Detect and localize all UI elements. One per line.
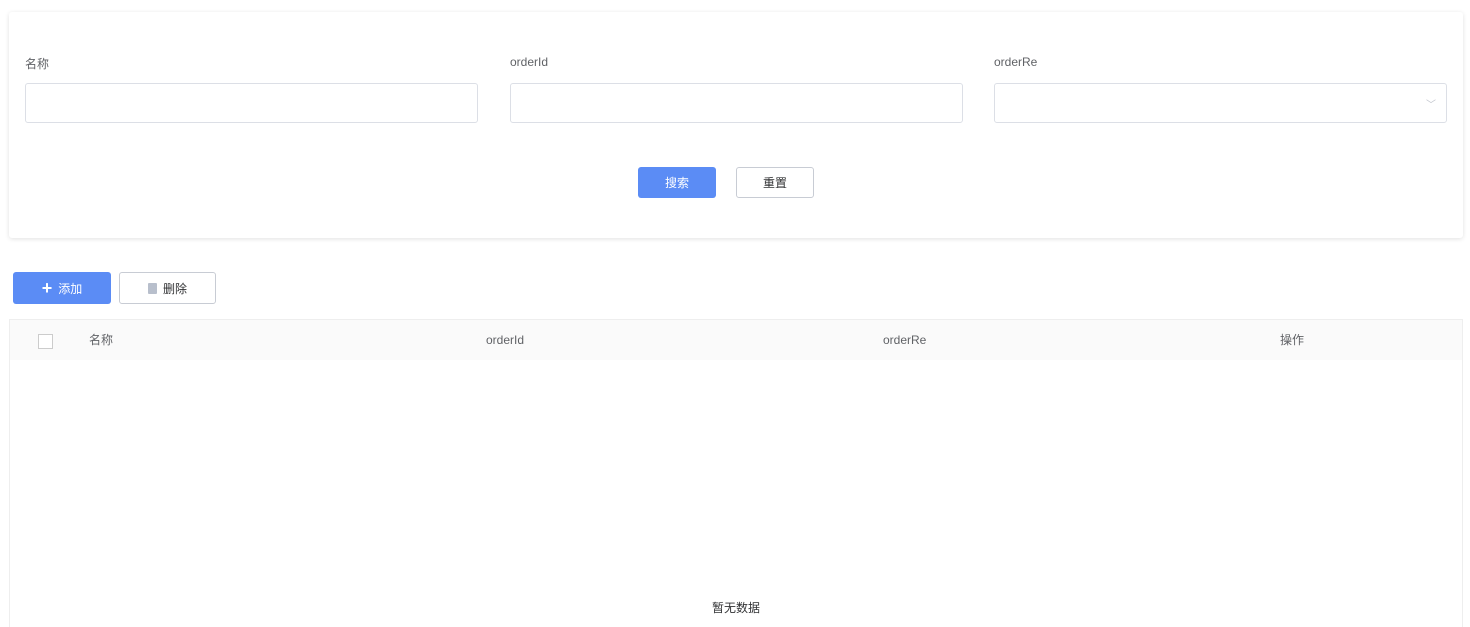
trash-icon bbox=[147, 282, 157, 294]
column-header: 操作 bbox=[1280, 333, 1305, 347]
delete-button[interactable]: 删除 bbox=[119, 272, 216, 304]
column-header: orderId bbox=[486, 333, 525, 347]
orderre-select[interactable]: ﹀ bbox=[994, 83, 1447, 123]
table-header: 名称 orderId orderRe 操作 bbox=[10, 319, 1462, 360]
column-header: orderRe bbox=[883, 333, 927, 347]
reset-button[interactable]: 重置 bbox=[736, 167, 814, 198]
chevron-down-icon: ﹀ bbox=[1426, 100, 1436, 111]
add-button[interactable]: + 添加 bbox=[13, 272, 111, 304]
search-button[interactable]: 搜索 bbox=[638, 167, 716, 198]
plus-icon: + bbox=[41, 277, 53, 298]
select-all-checkbox[interactable] bbox=[38, 334, 53, 349]
add-label: 添加 bbox=[58, 281, 83, 296]
data-table: 名称 orderId orderRe 操作 暂无数据 bbox=[9, 319, 1463, 627]
name-input[interactable] bbox=[25, 83, 478, 123]
delete-label: 删除 bbox=[162, 281, 187, 296]
search-card: 名称 orderId orderRe ﹀ 搜索 重置 bbox=[9, 12, 1463, 238]
column-header: 名称 bbox=[89, 333, 114, 347]
orderid-input[interactable] bbox=[510, 83, 963, 123]
orderid-label: orderId bbox=[510, 55, 549, 69]
name-label: 名称 bbox=[25, 57, 50, 71]
empty-text: 暂无数据 bbox=[711, 601, 760, 615]
orderre-label: orderRe bbox=[994, 55, 1038, 69]
